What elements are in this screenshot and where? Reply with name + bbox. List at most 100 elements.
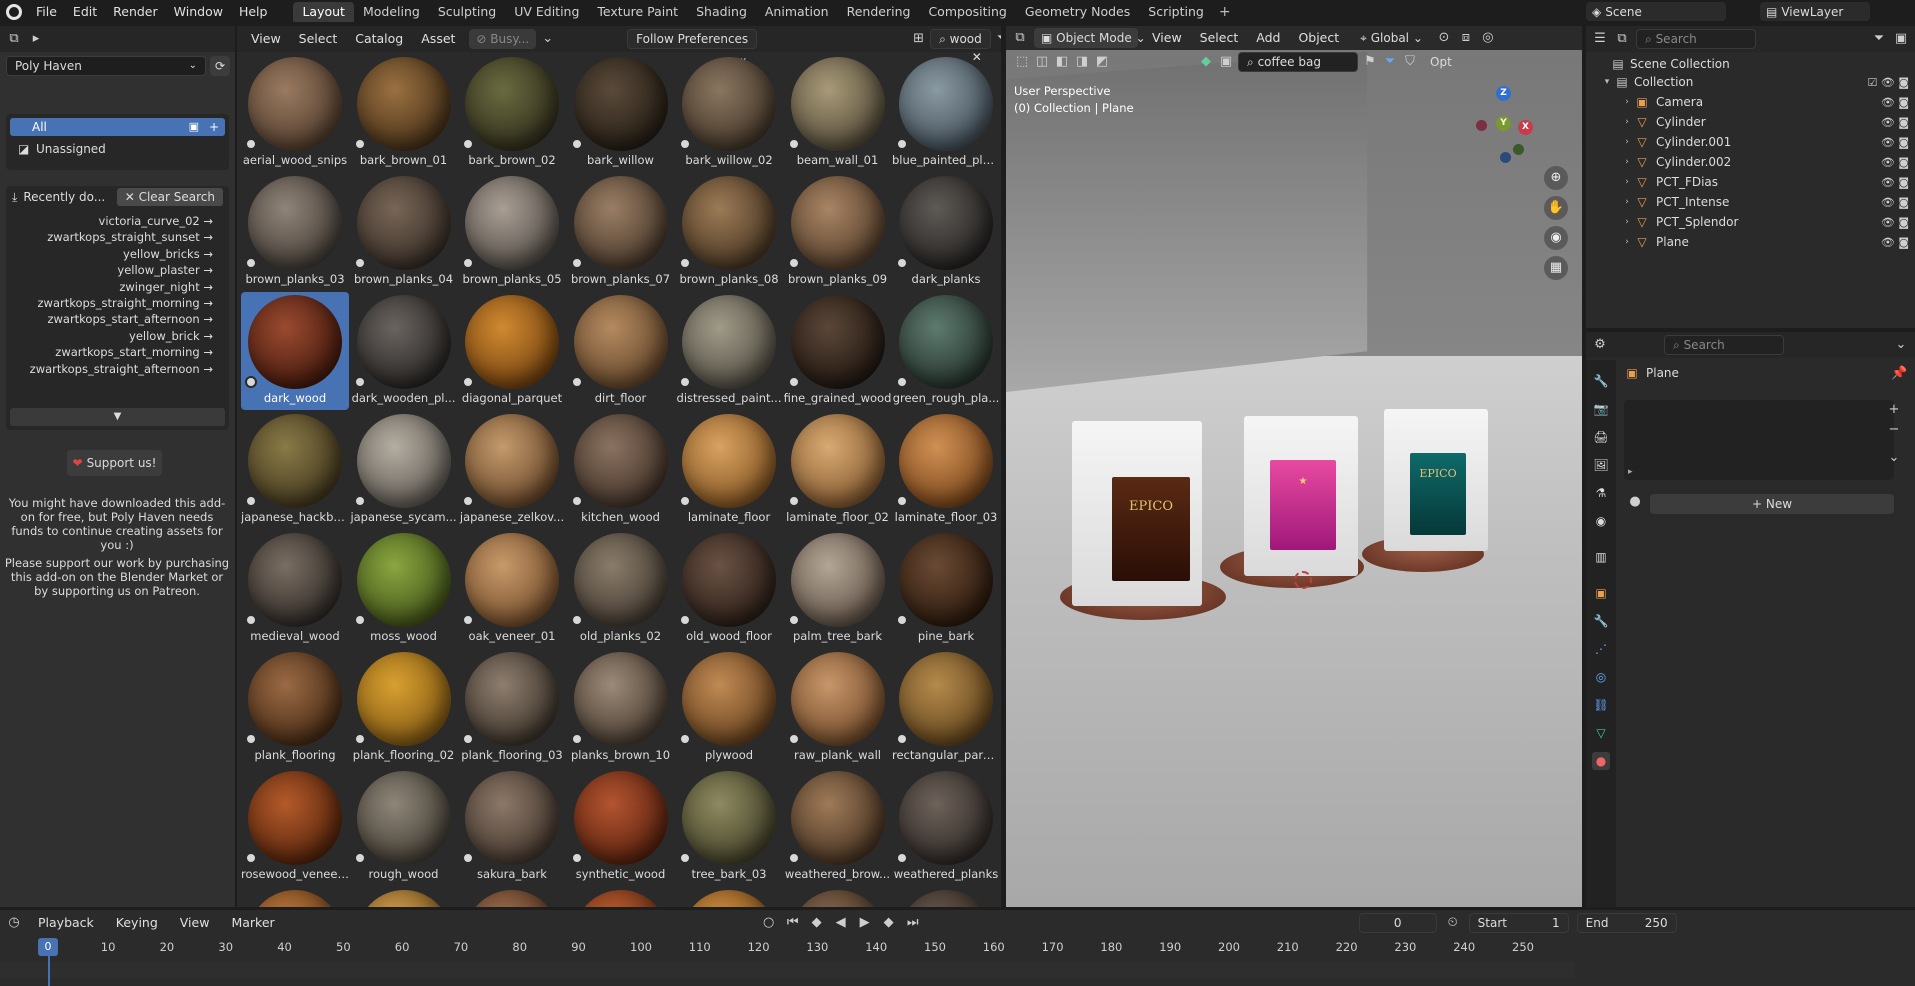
expand-icon[interactable]: › (1620, 117, 1634, 127)
recent-item[interactable]: zwartkops_start_afternoon → (47, 310, 213, 328)
clear-search-button[interactable]: ✕ Clear Search (116, 188, 223, 206)
asset-tile[interactable] (567, 887, 675, 907)
recent-item[interactable]: zwartkops_straight_afternoon → (30, 360, 213, 378)
pivot-icon[interactable]: ⊙ (1436, 30, 1452, 46)
menu-help[interactable]: Help (231, 2, 276, 22)
outliner-object-row[interactable]: › ▽ Plane 👁 ◙ (1586, 232, 1915, 252)
timeline-track[interactable] (0, 962, 1575, 978)
tab-shading[interactable]: Shading (687, 2, 756, 22)
frame-ruler[interactable]: 10 20 30 40 50 60 70 80 90 100 110 120 130 140 150 160 1… (0, 938, 1580, 958)
asset-tile[interactable]: aerial_wood_snips (241, 54, 349, 172)
camera-view-icon[interactable]: ◉ (1544, 226, 1568, 250)
asset-tile[interactable]: rough_wood (350, 768, 458, 886)
filter-icon[interactable]: ⏷ (1871, 31, 1887, 47)
filter-icon[interactable]: ⏷ (997, 31, 1001, 47)
object-type-icon[interactable]: ▣ (1218, 54, 1234, 70)
asset-tile[interactable]: plywood (675, 649, 783, 767)
editor-type-icon[interactable]: ☰ (1592, 31, 1608, 47)
asset-tile[interactable]: plank_flooring_02 (350, 649, 458, 767)
asset-tile[interactable]: plank_flooring (241, 649, 349, 767)
outliner-object-row[interactable]: › ▽ PCT_FDias 👁 ◙ (1586, 172, 1915, 192)
pan-hand-icon[interactable]: ✋ (1544, 196, 1568, 220)
asset-menu-asset[interactable]: Asset (413, 29, 463, 49)
outliner-object-row[interactable]: › ▽ Cylinder.002 👁 ◙ (1586, 152, 1915, 172)
editor-type-icon[interactable]: ⧉ (1012, 30, 1028, 46)
chevron-down-icon[interactable]: ⌄ (542, 31, 553, 47)
world-tab-icon[interactable]: ◉ (1592, 512, 1610, 530)
expand-icon[interactable]: › (1620, 137, 1634, 147)
menu-file[interactable]: File (28, 2, 65, 22)
asset-tile[interactable]: bark_brown_01 (350, 54, 458, 172)
timeline-menu-view[interactable]: View (172, 913, 218, 933)
collection-tab-icon[interactable]: ▥ (1592, 548, 1610, 566)
refresh-library-icon[interactable]: ⟳ (210, 56, 230, 76)
asset-tile[interactable]: green_rough_pla... (892, 292, 1000, 410)
3d-cursor-icon[interactable] (1294, 571, 1312, 589)
expand-icon[interactable]: › (1620, 197, 1634, 207)
end-frame-field[interactable]: End 250 (1576, 913, 1677, 933)
asset-tile[interactable]: moss_wood (350, 530, 458, 648)
list-expand-icon[interactable]: ▸ (1628, 467, 1633, 477)
asset-tile[interactable]: raw_plank_wall (784, 649, 892, 767)
library-selector[interactable]: Poly Haven ⌄ (6, 56, 206, 76)
asset-tile[interactable]: dark_wood (241, 292, 349, 410)
asset-menu-catalog[interactable]: Catalog (347, 29, 411, 49)
material-slot-list[interactable] (1624, 400, 1894, 480)
view-layer-selector[interactable]: ▤ ViewLayer (1760, 2, 1870, 21)
visibility-toggles[interactable]: 👁 ◙ (1881, 216, 1909, 229)
timeline-menu-playback[interactable]: Playback (30, 913, 102, 933)
outliner-object-row[interactable]: › ▽ Cylinder 👁 ◙ (1586, 112, 1915, 132)
asset-tile[interactable]: brown_planks_07 (567, 173, 675, 291)
current-frame-field[interactable]: 0 (1358, 913, 1437, 933)
asset-search-input[interactable]: ⌕ wood ✕ (930, 29, 991, 64)
import-method-dropdown[interactable]: Follow Preferences ⌄ (627, 29, 758, 64)
expand-icon[interactable]: › (1620, 177, 1634, 187)
particles-tab-icon[interactable]: ⋰ (1592, 640, 1610, 658)
expand-recent-button[interactable]: ▼ (10, 408, 225, 426)
viewport-menu-select[interactable]: Select (1192, 28, 1247, 48)
gizmo-x-axis[interactable]: X (1518, 120, 1533, 135)
recent-item[interactable]: zwartkops_straight_sunset → (47, 228, 213, 246)
visibility-toggles[interactable]: 👁 ◙ (1881, 116, 1909, 129)
expand-icon[interactable]: › (1620, 97, 1634, 107)
recent-item[interactable]: zwinger_night → (119, 278, 213, 296)
asset-tile[interactable]: sakura_bark (458, 768, 566, 886)
viewport-search-input[interactable]: ⌕ coffee bag (1238, 52, 1358, 72)
asset-tile[interactable]: japanese_sycam... (350, 411, 458, 529)
constraints-tab-icon[interactable]: ⛓ (1592, 696, 1610, 714)
slot-menu-icon[interactable]: ⌄ (1886, 450, 1902, 466)
play-icon[interactable]: ▶ (857, 915, 873, 931)
output-tab-icon[interactable]: 🖨 (1592, 428, 1610, 446)
visibility-toggles[interactable]: 👁 ◙ (1881, 196, 1909, 209)
asset-tile[interactable]: blue_painted_pla... (892, 54, 1000, 172)
playhead-frame[interactable]: 0 (38, 938, 58, 956)
visibility-toggles[interactable]: 👁 ◙ (1881, 156, 1909, 169)
asset-tile[interactable]: pine_bark (892, 530, 1000, 648)
viewport-menu-view[interactable]: View (1144, 28, 1190, 48)
auto-key-icon[interactable]: ○ (761, 915, 777, 931)
expand-icon[interactable]: ▾ (1600, 77, 1614, 87)
display-mode-icon[interactable]: ⧉ (1614, 31, 1630, 47)
object-mode-dropdown[interactable]: ▣ Object Mode ⌄ (1034, 28, 1146, 48)
asset-tile[interactable]: brown_planks_09 (784, 173, 892, 291)
viewport-menu-object[interactable]: Object (1290, 28, 1347, 48)
asset-tile[interactable]: diagonal_parquet (458, 292, 566, 410)
asset-tile[interactable]: distressed_paint... (675, 292, 783, 410)
recent-item[interactable]: yellow_plaster → (117, 261, 213, 279)
tab-layout[interactable]: Layout (293, 2, 354, 22)
start-frame-field[interactable]: Start 1 (1468, 913, 1569, 933)
chevron-down-icon[interactable]: ⌄ (1893, 337, 1909, 353)
asset-tile[interactable] (458, 887, 566, 907)
scene-selector[interactable]: ◈ Scene (1586, 2, 1726, 21)
next-key-icon[interactable]: ◆ (881, 915, 897, 931)
scene-tab-icon[interactable]: ⚗ (1592, 484, 1610, 502)
recent-item[interactable]: victoria_curve_02 → (99, 212, 213, 230)
recent-item[interactable]: zwartkops_straight_morning → (38, 294, 214, 312)
options-label[interactable]: Opt (1430, 55, 1452, 69)
catalog-unassigned[interactable]: ◪ Unassigned (10, 140, 225, 158)
asset-tile[interactable]: bark_willow (567, 54, 675, 172)
pin-icon[interactable]: 📌 (1891, 366, 1907, 382)
tab-geometry-nodes[interactable]: Geometry Nodes (1016, 2, 1139, 22)
data-tab-icon[interactable]: ▽ (1592, 724, 1610, 742)
asset-tile[interactable]: brown_planks_03 (241, 173, 349, 291)
